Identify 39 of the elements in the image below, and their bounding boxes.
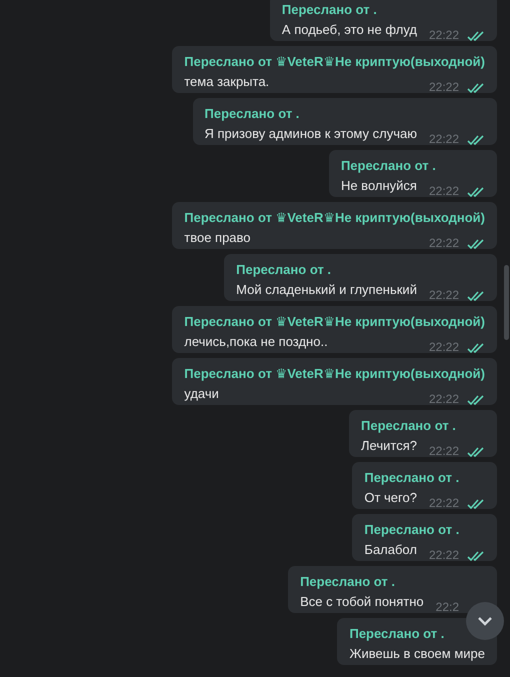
message-time: 22:22 (428, 444, 459, 458)
message-text: твое право (184, 229, 251, 246)
message-time: 22:22 (428, 184, 459, 198)
message-text: Живешь в своем мире (349, 645, 485, 662)
message-text: А подьеб, это не флуд (282, 21, 417, 38)
message-text: лечись,пока не поздно.. (184, 333, 328, 350)
forwarded-from: Переслано от . (236, 261, 332, 278)
message-text: Лечится? (361, 437, 417, 454)
message-time: 22:22 (428, 392, 459, 406)
message-text: Мой сладенький и глупенький (236, 281, 417, 298)
forwarded-from: Переслано от ♛VeteR♛Не криптую(выходной) (184, 209, 485, 226)
message-time: 22:22 (428, 236, 459, 250)
message-text: тема закрыта. (184, 73, 270, 90)
scrollbar-thumb[interactable] (504, 265, 509, 340)
forwarded-from: Переслано от . (282, 1, 378, 18)
forwarded-from: Переслано от . (300, 573, 396, 590)
forwarded-from: Переслано от . (364, 521, 460, 538)
message-time: 22:22 (428, 28, 459, 42)
forwarded-from: Переслано от . (361, 417, 457, 434)
message-time: 22:22 (428, 288, 459, 302)
message-time: 22:22 (428, 496, 459, 510)
message-text: Я призову админов к этому случаю (204, 125, 417, 142)
message-time: 22:2 (434, 600, 459, 614)
forwarded-from: Переслано от . (349, 625, 446, 642)
forwarded-from: Переслано от ♛VeteR♛Не криптую(выходной) (184, 313, 485, 330)
forwarded-from: Переслано от . (364, 469, 460, 486)
forwarded-from: Переслано от ♛VeteR♛Не криптую(выходной) (184, 365, 485, 382)
message-text: Все с тобой понятно (300, 593, 424, 610)
message-time: 22:22 (428, 132, 459, 146)
forwarded-from: Переслано от . (204, 105, 300, 122)
message-time: 22:22 (428, 80, 459, 94)
forwarded-from: Переслано от ♛VeteR♛Не криптую(выходной) (184, 53, 485, 70)
message-time: 22:22 (428, 340, 459, 354)
forwarded-from: Переслано от . (340, 157, 437, 174)
message-time: 22:22 (428, 548, 459, 562)
message-text: Не волнуйся (340, 177, 417, 194)
message-text: От чего? (364, 489, 417, 506)
message-text: удачи (184, 385, 219, 402)
message-text: Балабол (364, 541, 417, 558)
